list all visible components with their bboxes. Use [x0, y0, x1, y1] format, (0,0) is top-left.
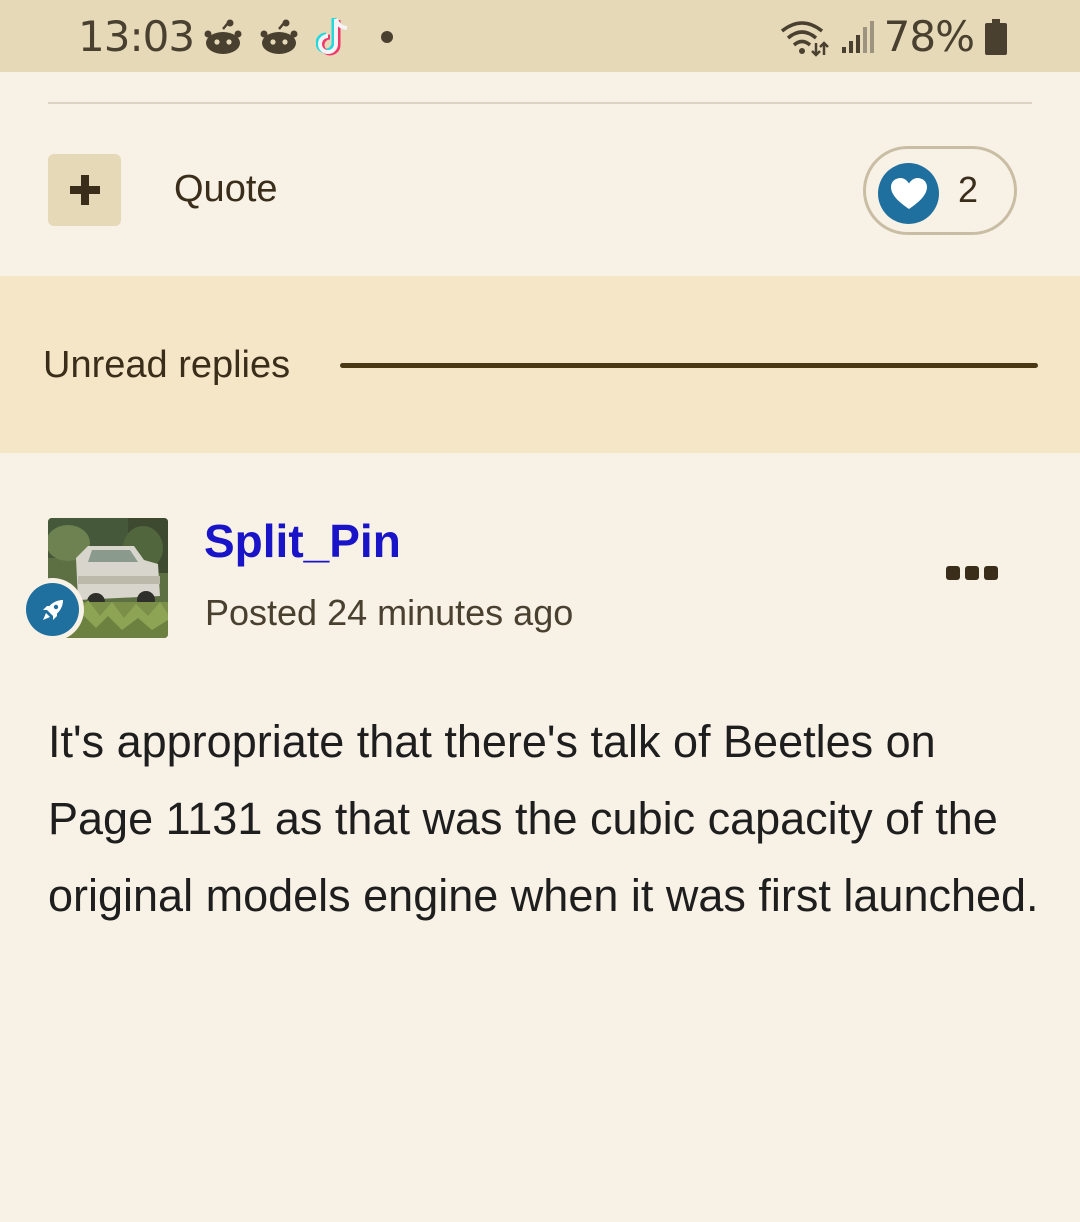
more-options-icon: [965, 566, 979, 580]
wifi-icon: [780, 20, 829, 57]
status-bar: 13:03 78%: [0, 0, 1080, 72]
posted-time[interactable]: Posted 24 minutes ago: [205, 592, 573, 634]
add-button[interactable]: [48, 154, 121, 226]
status-time: 13:03: [78, 12, 195, 61]
heart-badge: [878, 163, 939, 224]
quote-button[interactable]: Quote: [174, 168, 278, 211]
tiktok-icon: [316, 18, 348, 56]
signal-icon: [841, 20, 874, 53]
post-body: It's appropriate that there's talk of Be…: [48, 716, 1039, 921]
reddit-icon: [260, 19, 298, 54]
reaction-count: 2: [958, 169, 979, 210]
divider: [48, 102, 1032, 104]
more-options-button[interactable]: [946, 564, 998, 582]
notification-icons: [204, 16, 402, 58]
rank-badge: [21, 578, 84, 641]
unread-replies-label: Unread replies: [43, 344, 291, 386]
dot-icon: [381, 31, 393, 43]
more-options-icon: [946, 566, 960, 580]
system-status: 78%: [778, 12, 1008, 61]
unread-replies-band: Unread replies: [0, 276, 1080, 453]
heart-icon: [890, 177, 927, 209]
author-name-link[interactable]: Split_Pin: [204, 514, 401, 568]
battery-percent: 78%: [883, 12, 975, 61]
plus-icon: [69, 175, 100, 205]
battery-icon: [985, 18, 1007, 55]
rocket-icon: [42, 599, 63, 620]
reaction-button[interactable]: 2: [863, 146, 1017, 235]
reddit-icon: [204, 19, 242, 54]
more-options-icon: [984, 566, 998, 580]
unread-divider-line: [340, 363, 1038, 368]
